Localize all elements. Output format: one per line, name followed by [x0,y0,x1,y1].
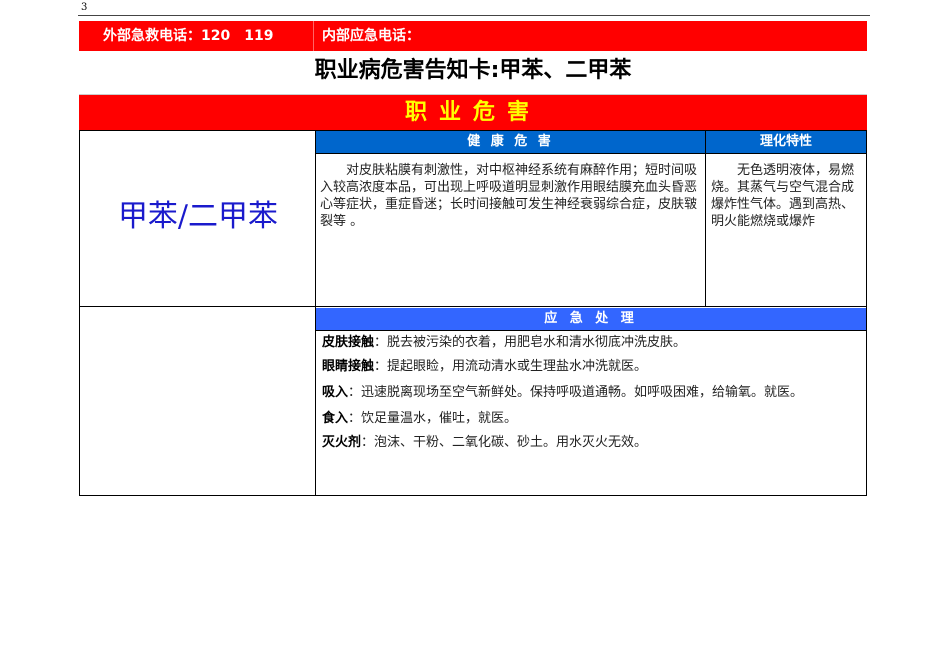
item-text: ：迅速脱离现场至空气新鲜处。保持呼吸道通畅。如呼吸困难，给输氧。就医。 [348,385,804,400]
list-item: 吸入：迅速脱离现场至空气新鲜处。保持呼吸道通畅。如呼吸困难，给输氧。就医。 [322,381,862,405]
list-item: 灭火剂：泡沫、干粉、二氧化碳、砂土。用水灭火无效。 [322,433,862,453]
internal-phone: 内部应急电话： [322,28,420,44]
item-text: ：脱去被污染的衣着，用肥皂水和清水彻底冲洗皮肤。 [374,335,687,350]
external-phone: 外部急救电话：120 119 [103,28,274,44]
item-text: ：饮足量温水，催吐，就医。 [348,411,518,426]
list-item: 食入：饮足量温水，催吐，就医。 [322,409,862,429]
list-item: 眼睛接触：提起眼睑，用流动清水或生理盐水冲洗就医。 [322,357,862,377]
health-header: 健 康 危 害 [316,131,705,153]
item-label: 灭火剂 [322,435,362,450]
divider [316,330,866,331]
health-text: 对皮肤粘膜有刺激性，对中枢神经系统有麻醉作用；短时间吸入较高浓度本品，可出现上呼… [320,163,698,229]
list-item: 皮肤接触：脱去被污染的衣着，用肥皂水和清水彻底冲洗皮肤。 [322,333,862,353]
item-text: ：泡沫、干粉、二氧化碳、砂土。用水灭火无效。 [361,435,648,450]
header-rule [78,15,870,16]
divider [80,306,866,307]
page-number: 3 [81,2,88,13]
item-label: 食入 [322,411,349,426]
chemical-name: 甲苯/二甲苯 [117,199,279,234]
emergency-header: 应 急 处 理 [316,308,866,330]
item-label: 眼睛接触 [322,359,375,374]
page-title: 职业病危害告知卡:甲苯、二甲苯 [314,58,632,83]
emergency-list: 皮肤接触：脱去被污染的衣着，用肥皂水和清水彻底冲洗皮肤。 眼睛接触：提起眼睑，用… [322,333,862,457]
physchem-header: 理化特性 [706,131,866,153]
item-text: ：提起眼睑，用流动清水或生理盐水冲洗就医。 [374,359,648,374]
divider [705,131,706,307]
divider [313,21,314,51]
divider [316,153,866,154]
item-label: 吸入 [322,385,349,400]
hazard-table: 甲苯/二甲苯 健 康 危 害 理化特性 对皮肤粘膜有刺激性，对中枢神经系统有麻醉… [79,130,867,496]
phone-bar: 外部急救电话：120 119 内部应急电话： [79,21,867,51]
physchem-text: 无色透明液体，易燃烧。其蒸气与空气混合成爆炸性气体。遇到高热、明火能燃烧或爆炸 [711,163,855,229]
item-label: 皮肤接触 [322,335,375,350]
section-band: 职业危害 [79,94,867,131]
